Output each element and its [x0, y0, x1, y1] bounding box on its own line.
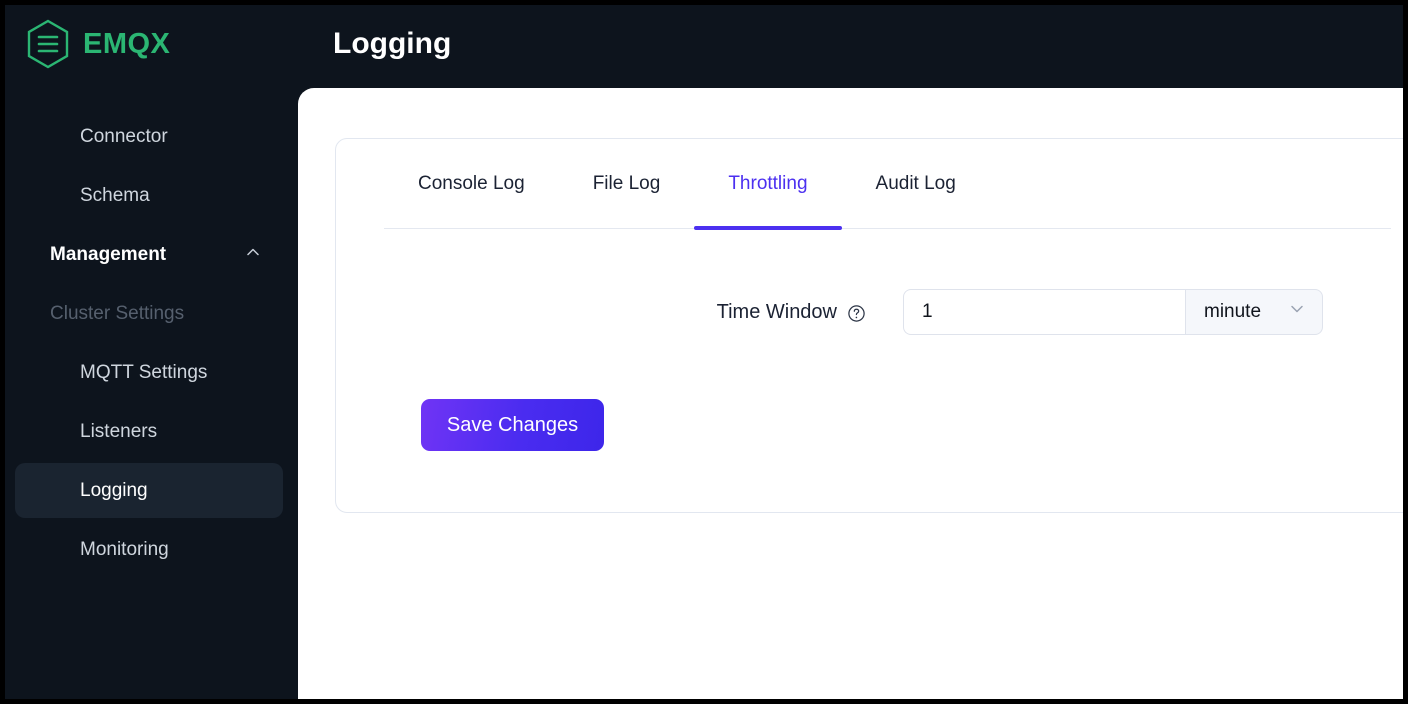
- tab-file-log[interactable]: File Log: [559, 139, 695, 229]
- sidebar-item-label: MQTT Settings: [80, 361, 208, 383]
- time-window-label-block: Time Window: [336, 301, 866, 324]
- sidebar-nav: Connector Schema Management Cluster Sett…: [5, 105, 293, 581]
- tab-label: Throttling: [728, 172, 808, 194]
- time-window-unit-select[interactable]: minute: [1185, 289, 1323, 335]
- time-window-input[interactable]: [903, 289, 1185, 335]
- sidebar-item-label: Schema: [80, 184, 150, 206]
- time-window-unit-value: minute: [1204, 301, 1262, 322]
- sidebar-item-label: Monitoring: [80, 538, 169, 560]
- sidebar-item-monitoring[interactable]: Monitoring: [15, 522, 283, 577]
- tab-label: Console Log: [418, 172, 525, 194]
- sidebar-item-listeners[interactable]: Listeners: [15, 404, 283, 459]
- sidebar-group-label: Management: [50, 243, 167, 265]
- app-viewport: EMQX Connector Schema Management Cluster…: [5, 5, 1403, 699]
- tab-bar: Console Log File Log Throttling Audit Lo…: [384, 139, 1391, 230]
- sidebar-item-label: Connector: [80, 125, 168, 147]
- main-area: Logging Console Log File Log Throttling: [293, 5, 1403, 699]
- chevron-up-icon: [245, 244, 261, 266]
- sidebar-item-label: Listeners: [80, 420, 158, 442]
- sidebar-section-label: Cluster Settings: [50, 302, 185, 324]
- page-title: Logging: [333, 27, 452, 60]
- tab-label: Audit Log: [875, 172, 956, 194]
- sidebar-item-mqtt-settings[interactable]: MQTT Settings: [15, 345, 283, 400]
- brand-logo-block[interactable]: EMQX: [25, 19, 170, 69]
- brand-name: EMQX: [83, 27, 171, 60]
- time-window-field-group: minute: [903, 289, 1323, 335]
- tab-throttling[interactable]: Throttling: [694, 139, 842, 230]
- save-changes-button[interactable]: Save Changes: [421, 399, 604, 451]
- time-window-row: Time Window 1 minute: [336, 289, 1403, 335]
- sidebar-item-logging[interactable]: Logging: [15, 463, 283, 518]
- time-window-label: Time Window: [716, 300, 837, 323]
- emqx-hexagon-logo-icon: [25, 19, 71, 69]
- sidebar-item-label: Logging: [80, 479, 148, 501]
- sidebar: EMQX Connector Schema Management Cluster…: [5, 5, 293, 699]
- sidebar-section-cluster-settings: Cluster Settings: [15, 286, 283, 341]
- content-panel: Console Log File Log Throttling Audit Lo…: [298, 88, 1403, 699]
- sidebar-item-connector[interactable]: Connector: [15, 109, 283, 164]
- tab-console-log[interactable]: Console Log: [384, 139, 559, 229]
- chevron-down-icon: [1288, 300, 1306, 324]
- tab-label: File Log: [592, 172, 661, 194]
- screenshot-root: EMQX Connector Schema Management Cluster…: [0, 0, 1408, 704]
- settings-card: Console Log File Log Throttling Audit Lo…: [335, 138, 1403, 513]
- question-circle-icon[interactable]: [847, 304, 866, 323]
- sidebar-group-management[interactable]: Management: [15, 227, 283, 282]
- sidebar-item-schema[interactable]: Schema: [15, 168, 283, 223]
- tab-audit-log[interactable]: Audit Log: [842, 139, 990, 229]
